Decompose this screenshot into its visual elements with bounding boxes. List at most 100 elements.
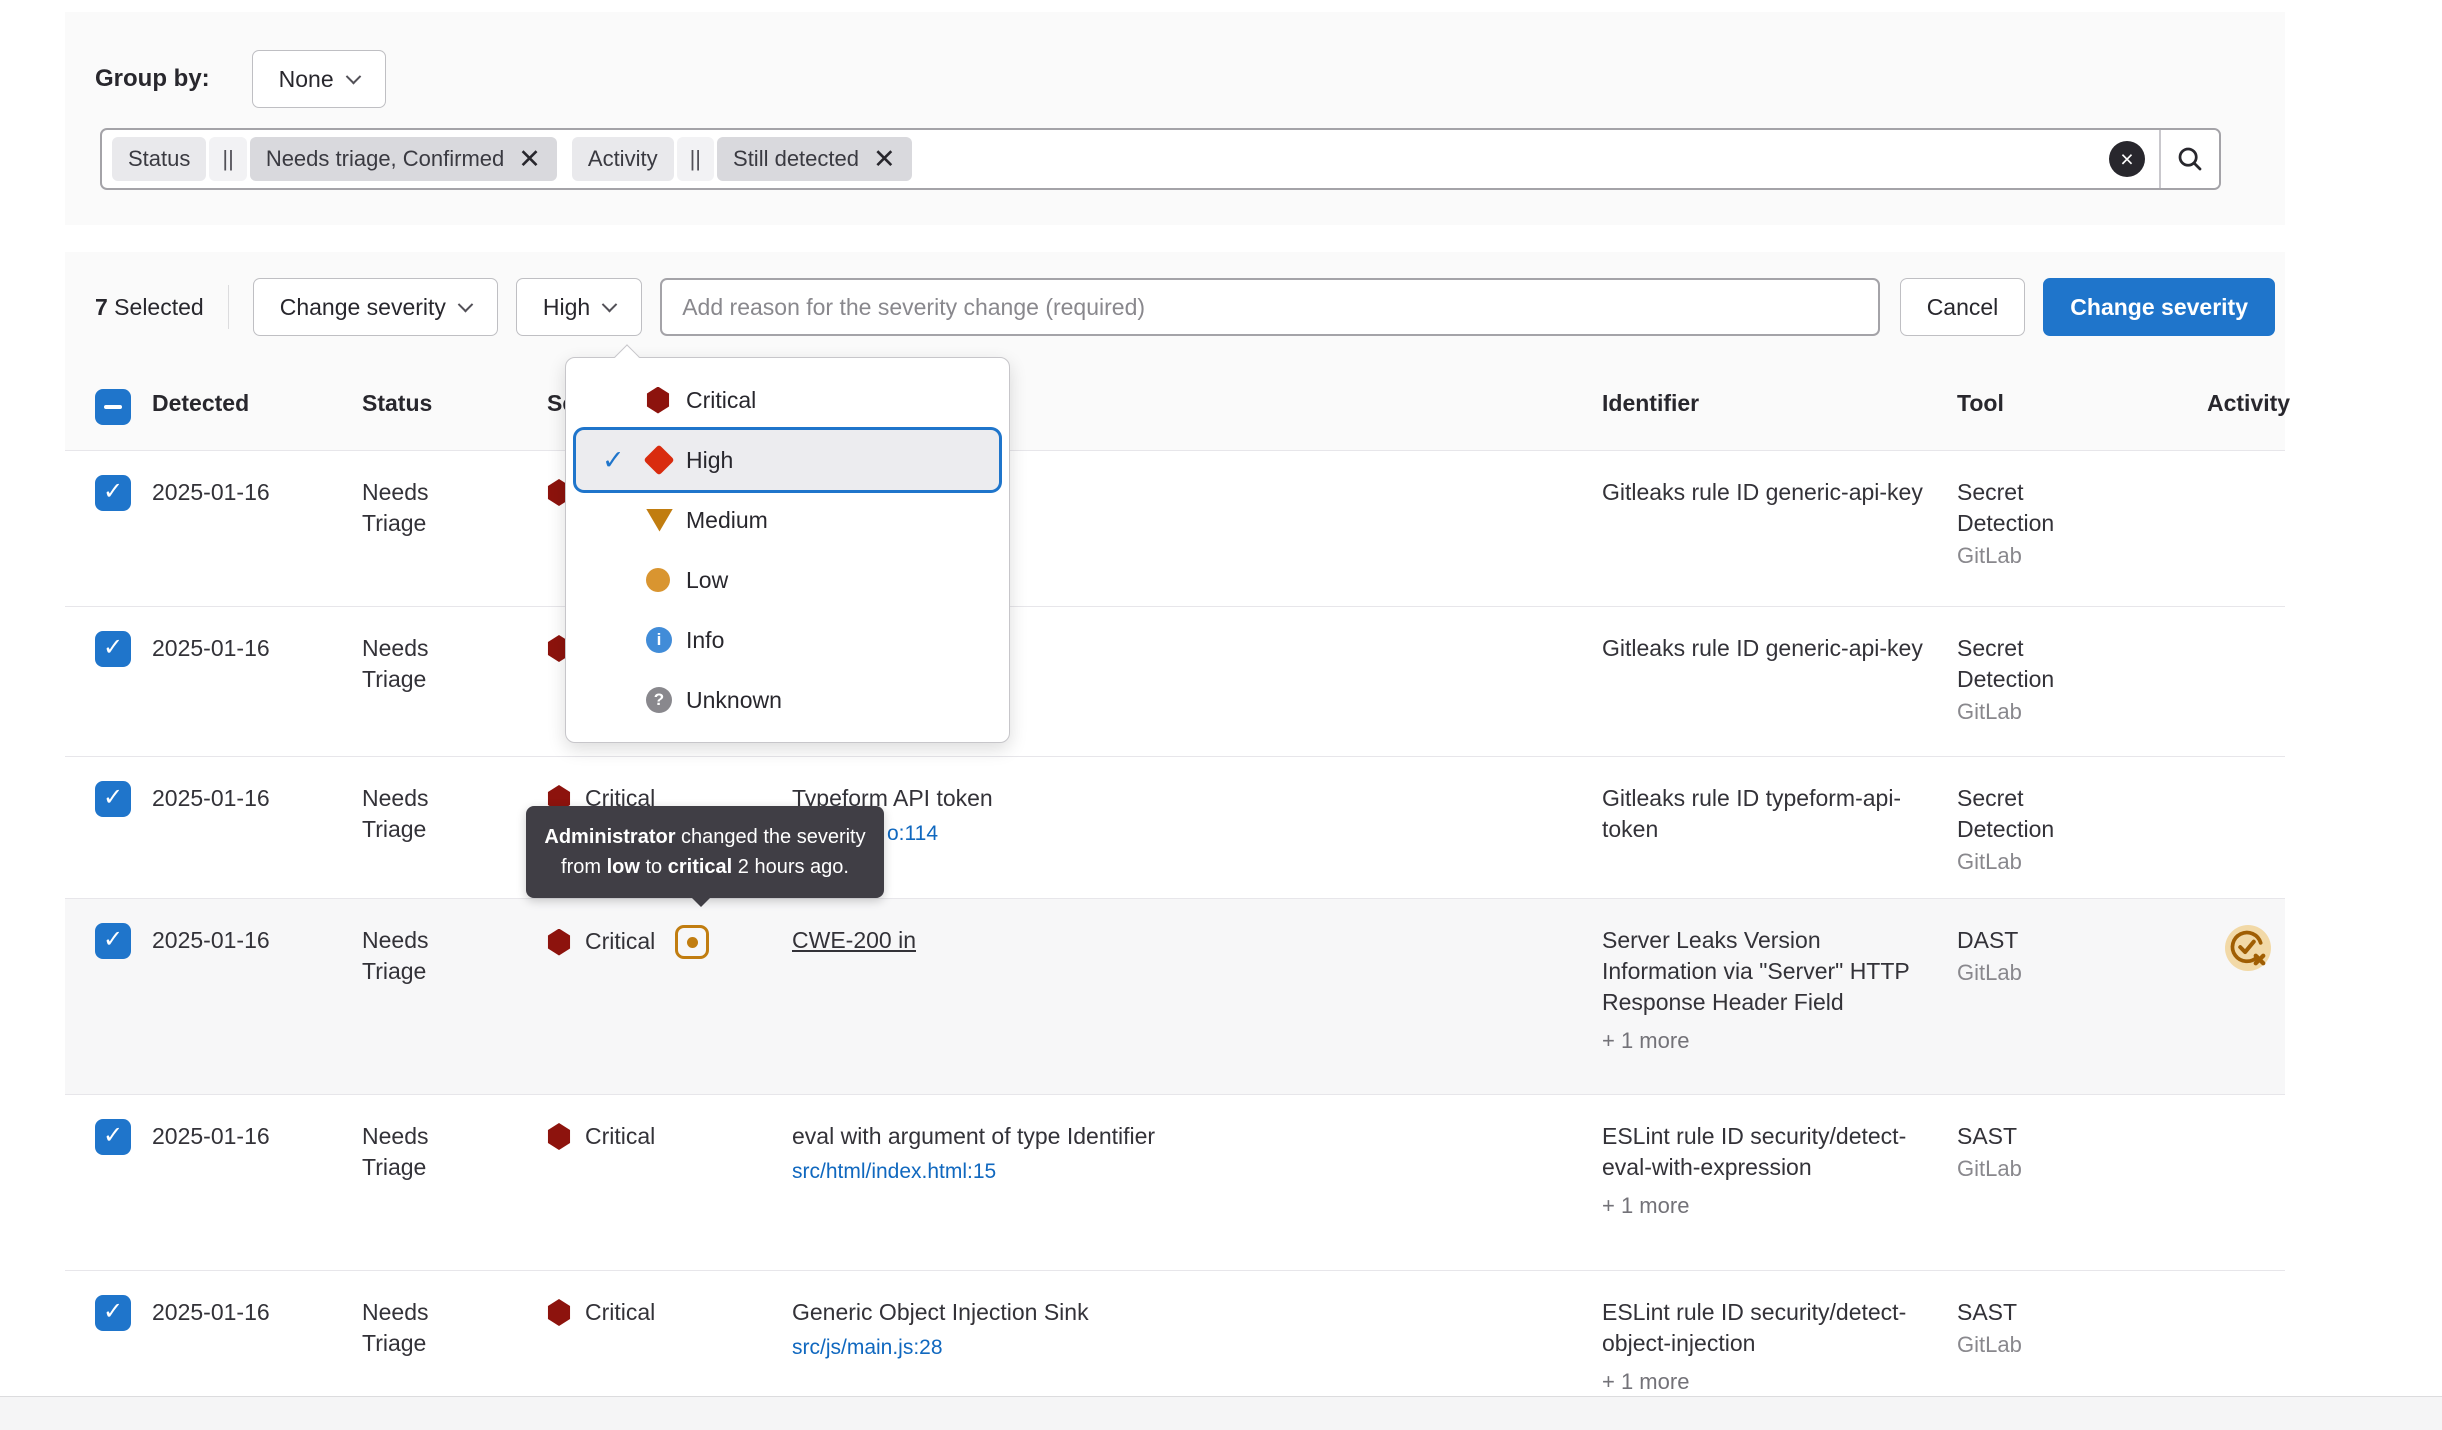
filter-value-label: Needs triage, Confirmed bbox=[266, 146, 504, 172]
tool-name: Secret Detection bbox=[1957, 783, 2077, 845]
vulnerability-title-link[interactable]: Generic Object Injection Sink bbox=[792, 1299, 1089, 1325]
file-location-link[interactable]: src/js/main.js:28 bbox=[792, 1334, 943, 1362]
select-all-checkbox-indeterminate[interactable] bbox=[95, 389, 131, 425]
tool-vendor: GitLab bbox=[1957, 697, 2207, 727]
identifier-text: Gitleaks rule ID typeform-api-token bbox=[1602, 783, 1932, 845]
severity-critical-icon bbox=[547, 1123, 571, 1150]
row-checkbox[interactable]: ✓ bbox=[95, 781, 131, 817]
identifier-more-text[interactable]: + 1 more bbox=[1602, 1367, 1957, 1397]
row-checkbox[interactable]: ✓ bbox=[95, 475, 131, 511]
row-checkbox[interactable]: ✓ bbox=[95, 631, 131, 667]
table-row: ✓ 2025-01-16 Needs Triage Critical Typef… bbox=[65, 756, 2285, 898]
identifier-text: ESLint rule ID security/detect-eval-with… bbox=[1602, 1121, 1932, 1183]
severity-option-label: Unknown bbox=[686, 687, 782, 714]
identifier-text: ESLint rule ID security/detect-object-in… bbox=[1602, 1297, 1932, 1359]
identifier-more-text[interactable]: + 1 more bbox=[1602, 1026, 1957, 1056]
severity-change-tooltip: Administrator changed the severity from … bbox=[526, 806, 884, 898]
vulnerability-title-link[interactable]: CWE-200 in bbox=[792, 927, 916, 953]
group-by-label: Group by: bbox=[95, 65, 210, 93]
detected-date: 2025-01-16 bbox=[152, 785, 270, 811]
identifier-text: Gitleaks rule ID generic-api-key bbox=[1602, 477, 1932, 508]
check-icon: ✓ bbox=[602, 445, 646, 476]
change-severity-dropdown[interactable]: Change severity bbox=[253, 278, 498, 336]
tool-vendor: GitLab bbox=[1957, 541, 2207, 571]
table-row: ✓ 2025-01-16 Needs Triage Critical CWE-2… bbox=[65, 898, 2285, 1094]
header-tool: Tool bbox=[1957, 362, 2207, 450]
group-by-dropdown[interactable]: None bbox=[252, 50, 386, 108]
severity-option[interactable]: Critical bbox=[576, 370, 999, 430]
status-label: Needs Triage bbox=[362, 925, 457, 987]
severity-option[interactable]: ✓ High bbox=[576, 430, 999, 490]
row-checkbox[interactable]: ✓ bbox=[95, 1119, 131, 1155]
detected-date: 2025-01-16 bbox=[152, 1123, 270, 1149]
vulnerability-table: Detected Status Severity Identifier Tool… bbox=[65, 362, 2285, 1398]
change-severity-submit-button[interactable]: Change severity bbox=[2043, 278, 2275, 336]
severity-option[interactable]: Low bbox=[576, 550, 999, 610]
table-row: ✓ 2025-01-16 Needs Triage Critical Gitle… bbox=[65, 450, 2285, 606]
filter-tokens: Status || Needs triage, Confirmed ✕ Acti… bbox=[102, 137, 2109, 181]
detected-date: 2025-01-16 bbox=[152, 1299, 270, 1325]
remove-token-icon[interactable]: ✕ bbox=[518, 146, 541, 173]
severity-low-icon bbox=[646, 568, 670, 592]
selected-count: 7 Selected bbox=[95, 294, 204, 321]
filter-value-status[interactable]: Needs triage, Confirmed ✕ bbox=[250, 137, 557, 181]
severity-option[interactable]: Medium bbox=[576, 490, 999, 550]
detected-date: 2025-01-16 bbox=[152, 635, 270, 661]
file-location-link[interactable]: src/html/index.html:15 bbox=[792, 1158, 996, 1186]
filter-value-activity[interactable]: Still detected ✕ bbox=[717, 137, 912, 181]
bulk-action-toolbar: 7 Selected Change severity High Cancel C… bbox=[65, 252, 2285, 362]
filters-section: Group by: None Status || Needs triage, C… bbox=[65, 12, 2285, 225]
severity-medium-icon bbox=[646, 509, 673, 532]
identifier-text: Server Leaks Version Information via "Se… bbox=[1602, 925, 1932, 1018]
filter-value-label: Still detected bbox=[733, 146, 859, 172]
tool-vendor: GitLab bbox=[1957, 1154, 2207, 1184]
remove-token-icon[interactable]: ✕ bbox=[873, 146, 896, 173]
severity-value-label: High bbox=[543, 294, 590, 321]
severity-label: Critical bbox=[585, 926, 655, 957]
status-label: Needs Triage bbox=[362, 783, 457, 845]
search-button[interactable] bbox=[2159, 130, 2219, 188]
status-label: Needs Triage bbox=[362, 1121, 457, 1183]
severity-value-dropdown[interactable]: High bbox=[516, 278, 642, 336]
severity-high-icon bbox=[643, 444, 674, 475]
tool-name: Secret Detection bbox=[1957, 633, 2077, 695]
header-activity: Activity bbox=[2207, 362, 2285, 450]
identifier-more-text[interactable]: + 1 more bbox=[1602, 1191, 1957, 1221]
row-checkbox[interactable]: ✓ bbox=[95, 923, 131, 959]
chevron-down-icon bbox=[602, 296, 618, 312]
severity-label: Critical bbox=[585, 1297, 655, 1328]
severity-option-label: High bbox=[686, 447, 733, 474]
severity-info-icon: i bbox=[646, 627, 672, 653]
cancel-button[interactable]: Cancel bbox=[1900, 278, 2026, 336]
status-label: Needs Triage bbox=[362, 1297, 457, 1359]
severity-critical-icon bbox=[547, 929, 571, 956]
severity-critical-icon bbox=[547, 1299, 571, 1326]
severity-option[interactable]: ? Unknown bbox=[576, 670, 999, 730]
severity-option[interactable]: i Info bbox=[576, 610, 999, 670]
row-checkbox[interactable]: ✓ bbox=[95, 1295, 131, 1331]
chevron-down-icon bbox=[458, 296, 474, 312]
table-header-row: Detected Status Severity Identifier Tool… bbox=[65, 362, 2285, 450]
divider bbox=[228, 285, 229, 329]
severity-override-icon[interactable] bbox=[675, 925, 709, 959]
severity-option-label: Low bbox=[686, 567, 728, 594]
status-label: Needs Triage bbox=[362, 477, 457, 539]
change-severity-label: Change severity bbox=[280, 294, 446, 321]
filter-operator[interactable]: || bbox=[209, 137, 246, 181]
severity-option-label: Info bbox=[686, 627, 724, 654]
header-detected[interactable]: Detected bbox=[152, 362, 362, 450]
tool-vendor: GitLab bbox=[1957, 847, 2207, 877]
clear-filters-icon[interactable]: × bbox=[2109, 141, 2145, 177]
still-detected-activity-icon[interactable] bbox=[2225, 925, 2271, 971]
severity-label: Critical bbox=[585, 1121, 655, 1152]
table-row: ✓ 2025-01-16 Needs Triage Critical Gitle… bbox=[65, 606, 2285, 756]
vulnerability-title-link[interactable]: eval with argument of type Identifier bbox=[792, 1123, 1155, 1149]
filter-token-activity[interactable]: Activity bbox=[572, 137, 674, 181]
next-section-strip bbox=[0, 1396, 2442, 1430]
filtered-search-bar[interactable]: Status || Needs triage, Confirmed ✕ Acti… bbox=[100, 128, 2221, 190]
filter-operator[interactable]: || bbox=[677, 137, 714, 181]
severity-reason-input[interactable] bbox=[660, 278, 1879, 336]
filter-token-status[interactable]: Status bbox=[112, 137, 206, 181]
tool-vendor: GitLab bbox=[1957, 958, 2207, 988]
file-location-link[interactable]: o:114 bbox=[887, 820, 938, 848]
